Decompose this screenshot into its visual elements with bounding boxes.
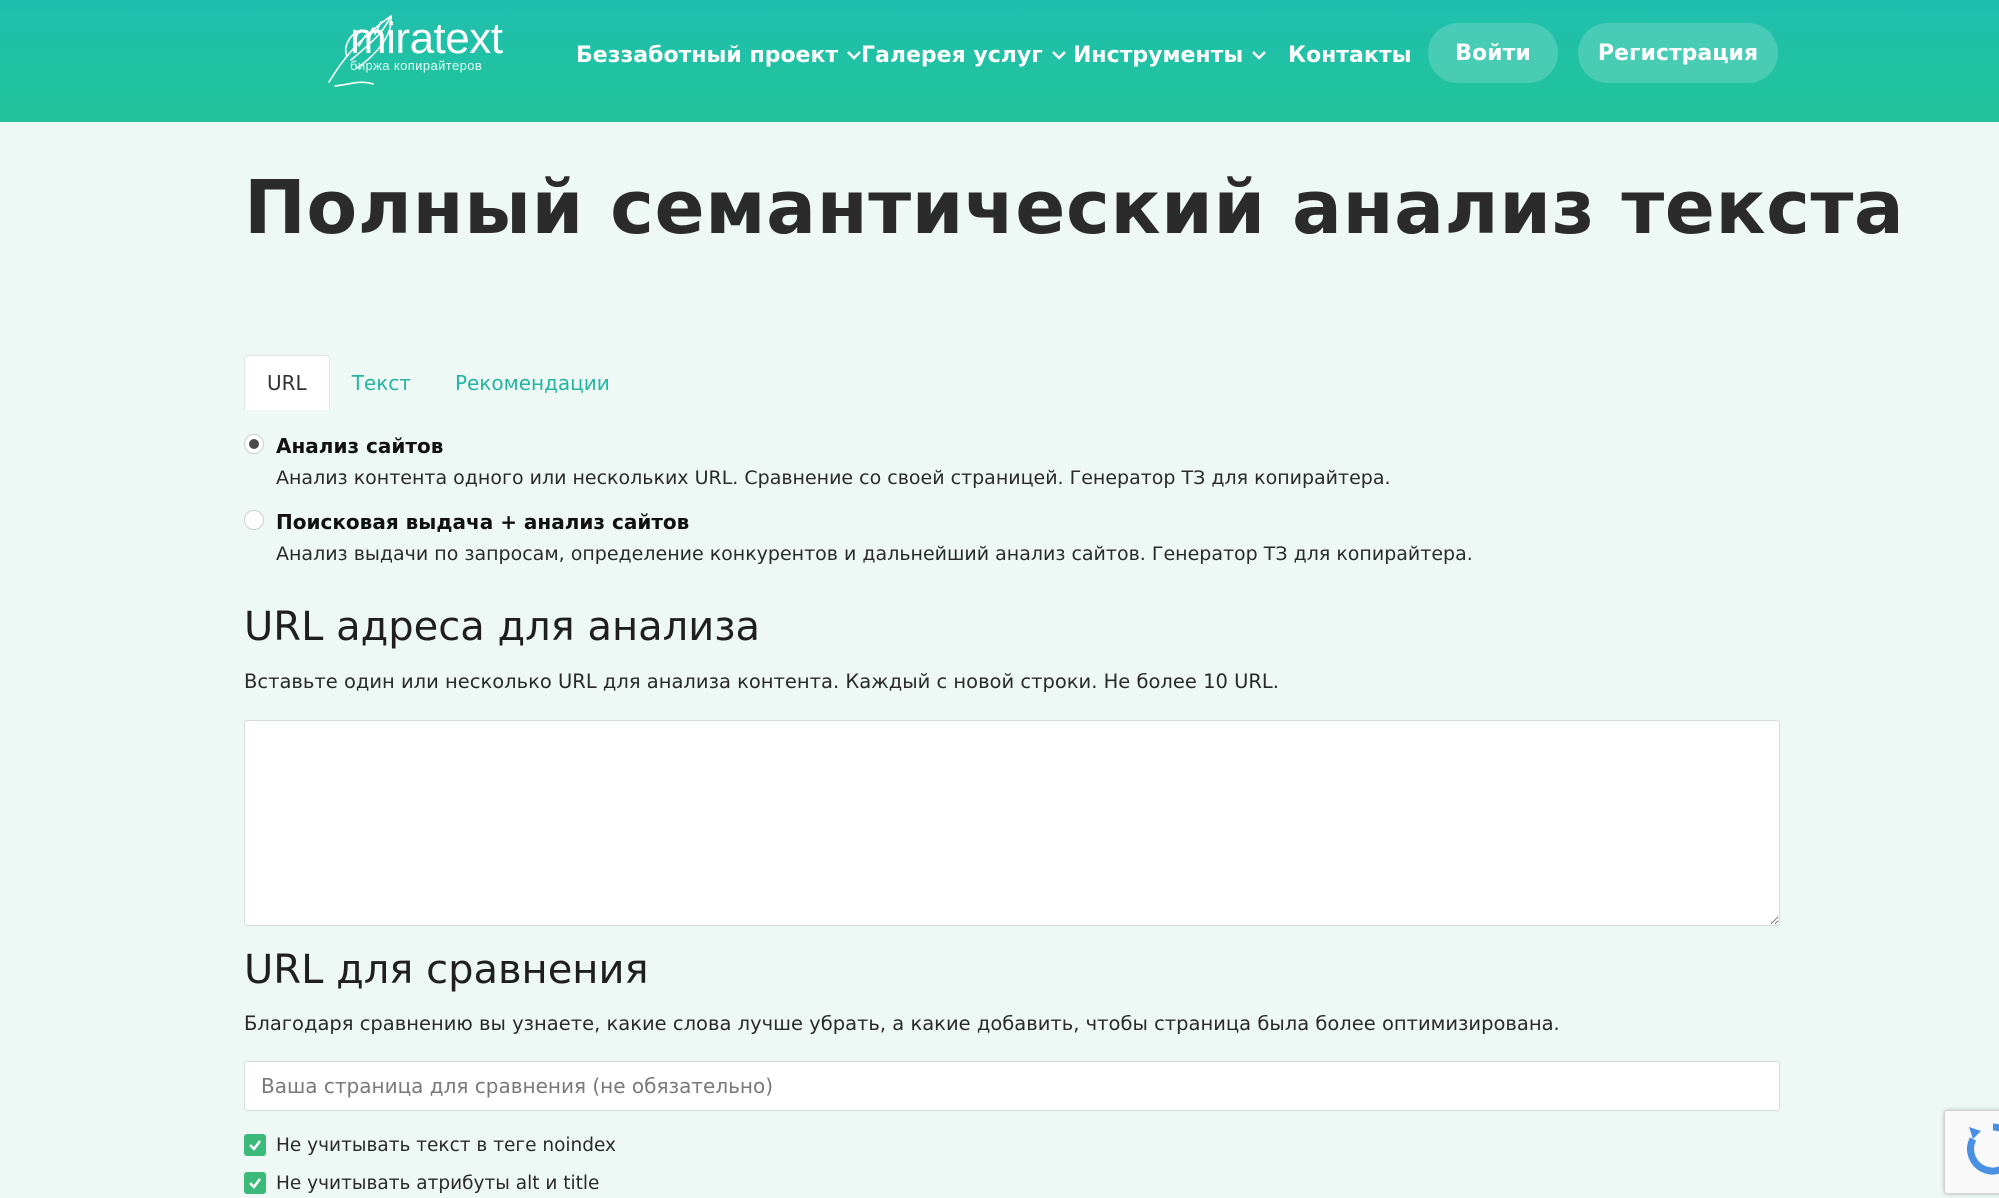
option-label: Не учитывать атрибуты alt и title: [276, 1173, 600, 1194]
urls-hint: Вставьте один или несколько URL для анал…: [244, 670, 1279, 693]
mode-description: Анализ выдачи по запросам, определение к…: [276, 543, 1473, 565]
noindex-checkbox[interactable]: [244, 1134, 266, 1156]
option-label: Не учитывать текст в теге noindex: [276, 1135, 617, 1156]
page-title: Полный семантический анализ текста: [244, 165, 1905, 251]
tab-recommendations[interactable]: Рекомендации: [433, 356, 632, 410]
checkmark-icon: [249, 1178, 261, 1189]
checkmark-icon: [249, 1140, 261, 1151]
mode-title: Поисковая выдача + анализ сайтов: [276, 510, 690, 534]
tab-url[interactable]: URL: [244, 355, 330, 410]
compare-url-input[interactable]: [244, 1061, 1780, 1111]
urls-textarea[interactable]: [244, 720, 1780, 926]
tab-text[interactable]: Текст: [330, 356, 433, 410]
mode-description: Анализ контента одного или нескольких UR…: [276, 467, 1391, 489]
nav-item-tools[interactable]: Инструменты: [1073, 40, 1267, 70]
brand-tagline: биржа копирайтеров: [350, 58, 483, 73]
nav-item-label: Инструменты: [1073, 42, 1244, 68]
nav-item-gallery[interactable]: Галерея услуг: [861, 40, 1067, 70]
chevron-down-icon: [1051, 51, 1066, 60]
nav-item-label: Галерея услуг: [861, 42, 1043, 68]
compare-heading: URL для сравнения: [244, 947, 649, 993]
chevron-down-icon: [847, 51, 862, 60]
nav-item-contacts[interactable]: Контакты: [1288, 40, 1411, 70]
alt-title-checkbox[interactable]: [244, 1172, 266, 1194]
recaptcha-icon: [1967, 1123, 1999, 1175]
nav-item-project[interactable]: Беззаботный проект: [576, 40, 862, 70]
urls-heading: URL адреса для анализа: [244, 604, 760, 650]
nav-item-label: Беззаботный проект: [576, 42, 839, 68]
brand-name[interactable]: miratext: [350, 14, 503, 64]
mode-title: Анализ сайтов: [276, 434, 444, 458]
register-button[interactable]: Регистрация: [1578, 23, 1778, 83]
login-button[interactable]: Войти: [1428, 23, 1558, 83]
site-header: miratext биржа копирайтеров Беззаботный …: [0, 0, 1999, 122]
compare-hint: Благодаря сравнению вы узнаете, какие сл…: [244, 1012, 1560, 1035]
nav-item-label: Контакты: [1288, 42, 1412, 68]
recaptcha-badge[interactable]: [1944, 1110, 1999, 1194]
chevron-down-icon: [1252, 51, 1267, 60]
mode-radio-serp[interactable]: [244, 510, 264, 530]
mode-radio-sites[interactable]: [244, 434, 264, 454]
tab-bar: URL Текст Рекомендации: [244, 355, 632, 410]
